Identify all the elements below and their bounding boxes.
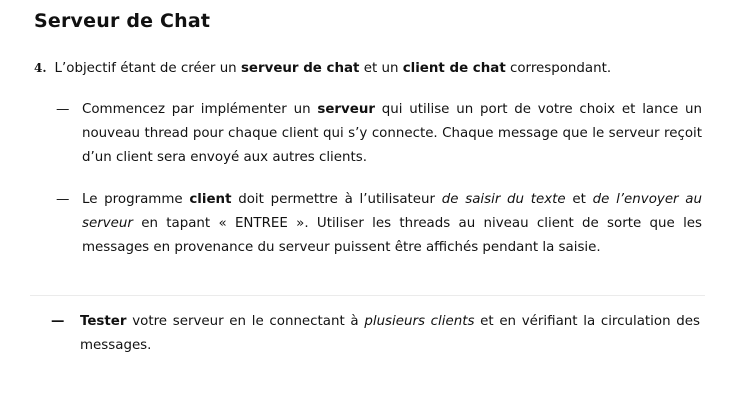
bullet-1-bold-server: serveur [317, 102, 375, 117]
bullet-3-bold-test: Tester [80, 314, 127, 329]
page-title: Serveur de Chat [34, 10, 211, 32]
bullet-2-text-3: et [565, 192, 593, 207]
bullet-dash: — [56, 192, 70, 207]
bullet-dash: — [56, 102, 70, 117]
bullet-item-client: — Le programme client doit permettre à l’… [56, 188, 702, 260]
intro-text-1: L’objectif étant de créer un [54, 61, 241, 76]
bullet-2-bold-client: client [189, 192, 232, 207]
bullet-2-text-1: Le programme [82, 192, 190, 207]
bullet-2-text-2: doit permettre à l’utilisateur [231, 192, 442, 207]
bullet-3-text-1: votre serveur en le connectant à [126, 314, 365, 329]
bullet-1-text-1: Commencez par implémenter un [82, 102, 318, 117]
exercise-intro: 4. L’objectif étant de créer un serveur d… [34, 56, 724, 81]
bullet-3-italic-clients: plusieurs clients [364, 314, 475, 329]
bullet-item-server: — Commencez par implémenter un serveur qu… [56, 98, 702, 170]
section-divider [30, 295, 705, 296]
exercise-number: 4. [34, 61, 47, 75]
bullet-2-text-4: en tapant « ENTREE ». Utiliser les threa… [82, 216, 702, 255]
bullet-item-test: — Tester votre serveur en le connectant à… [51, 310, 700, 358]
intro-text-3: correspondant. [505, 61, 612, 76]
intro-bold-chat-client: client de chat [402, 61, 506, 76]
intro-bold-chat-server: serveur de chat [240, 61, 360, 76]
bullet-2-italic-input: de saisir du texte [441, 192, 566, 207]
bullet-dash: — [51, 314, 65, 329]
intro-text-2: et un [359, 61, 403, 76]
